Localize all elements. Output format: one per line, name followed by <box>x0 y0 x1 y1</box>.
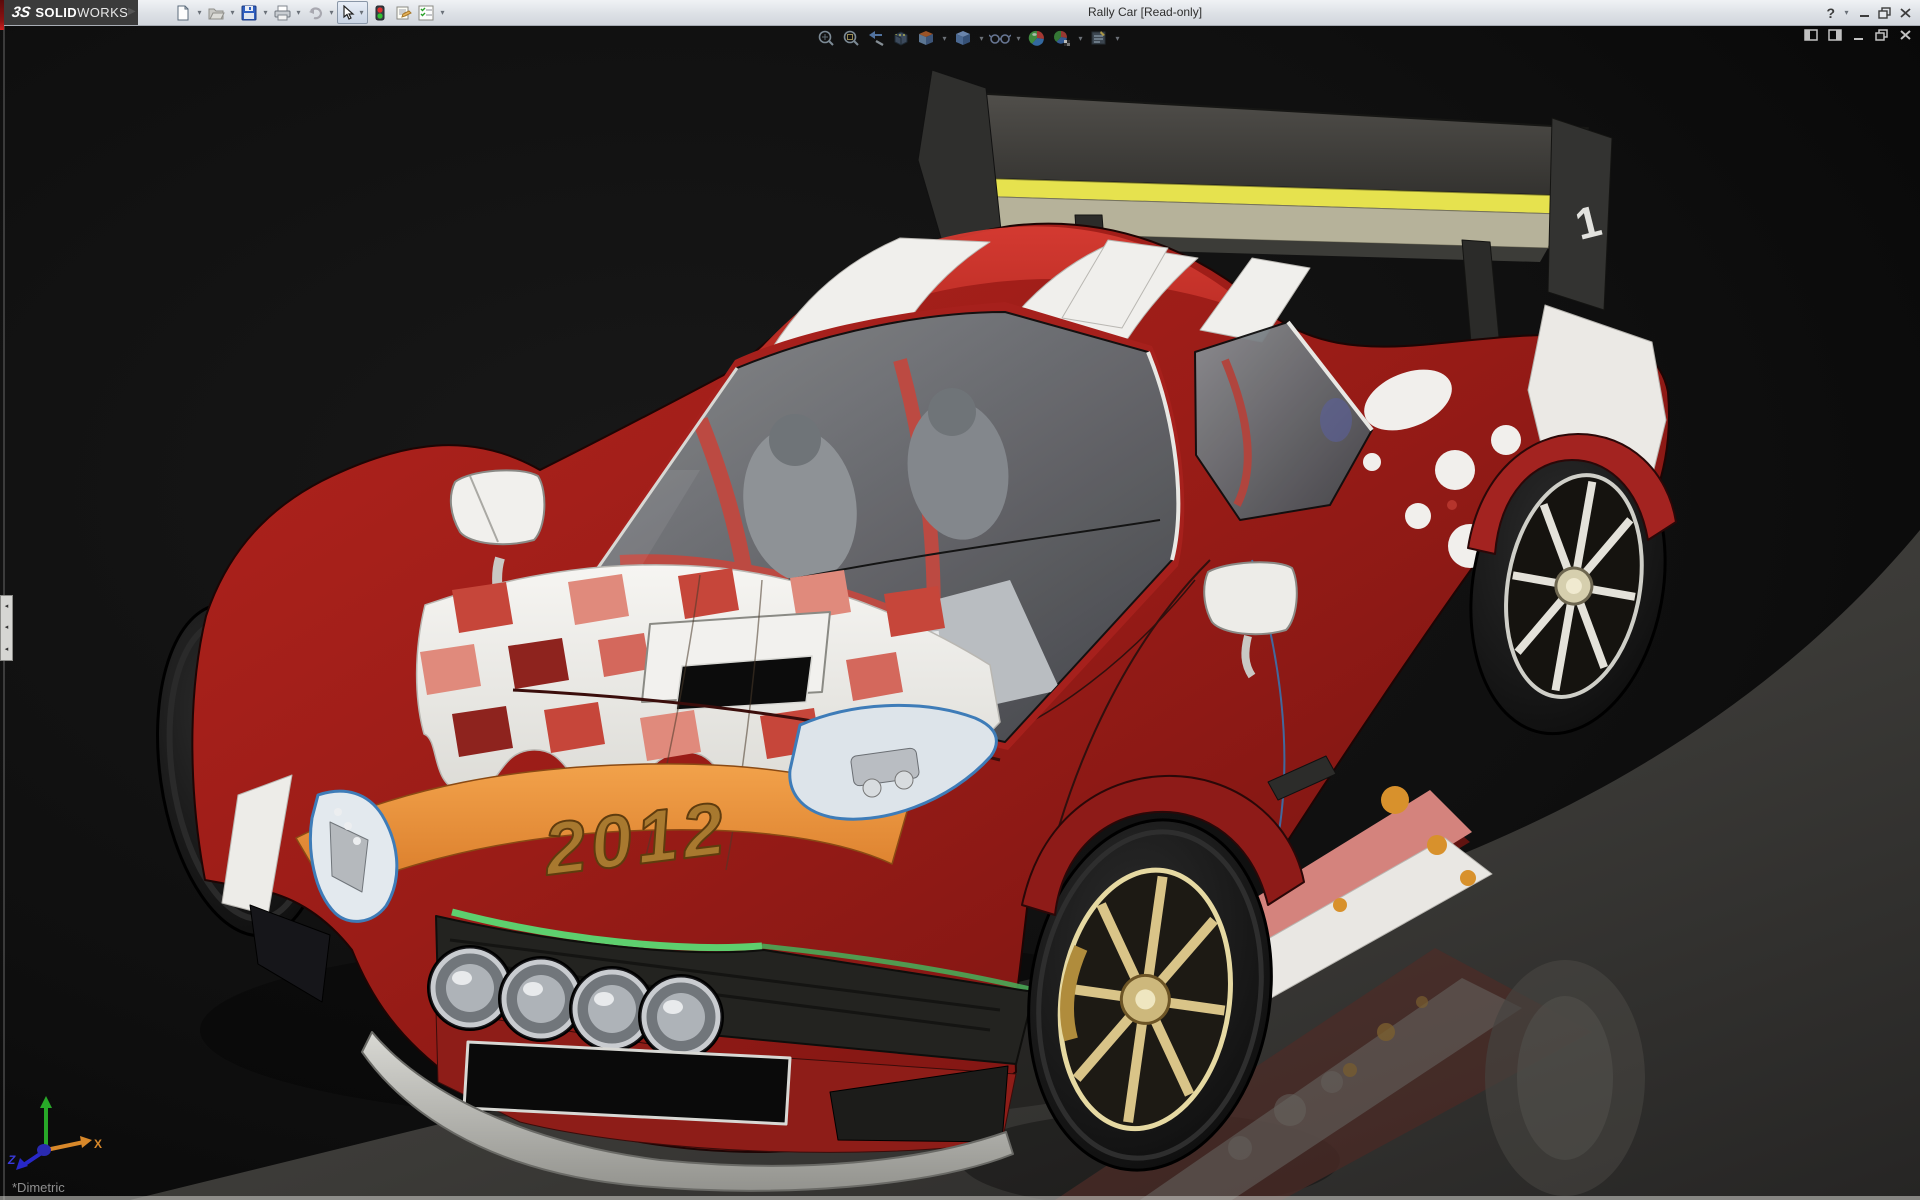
collapsed-panel-tab[interactable]: ◂ ◂ ◂ <box>0 595 13 661</box>
x-axis-label: X <box>94 1137 102 1151</box>
edit-appearance-icon <box>1028 30 1044 46</box>
section-view-button[interactable] <box>890 28 912 48</box>
render-scene: 1 2012 <box>0 25 1920 1200</box>
display-style-button[interactable] <box>952 28 974 48</box>
save-button[interactable] <box>238 2 260 24</box>
open-button[interactable] <box>205 2 227 24</box>
help-button[interactable]: ? <box>1826 5 1835 21</box>
bottom-edge-strip <box>0 1196 1920 1200</box>
restore-button[interactable] <box>1878 6 1892 19</box>
display-style-dropdown[interactable]: ▾ <box>977 34 986 43</box>
3ds-mark: 3S <box>10 4 32 21</box>
save-dropdown[interactable]: ▾ <box>261 8 270 17</box>
apply-scene-button[interactable] <box>1051 28 1073 48</box>
undo-dropdown[interactable]: ▾ <box>327 8 336 17</box>
headsup-view-toolbar: ▾ ▾ ▾ ▾ ▾ <box>815 27 1122 49</box>
window-edge-accent <box>0 0 4 30</box>
select-cursor-icon <box>342 5 355 20</box>
hide-show-items-button[interactable] <box>989 28 1011 48</box>
close-document-button[interactable] <box>1899 29 1912 41</box>
options-button[interactable] <box>415 2 437 24</box>
edit-appearance-button[interactable] <box>1026 28 1048 48</box>
help-dropdown[interactable]: ▾ <box>1842 8 1851 17</box>
graphics-area[interactable]: 1 2012 ▾ ▾ ▾ ▾ ▾ ◂ ◂ ◂ X Z *Dimetric <box>0 25 1920 1200</box>
print-dropdown[interactable]: ▾ <box>294 8 303 17</box>
document-title: Rally Car [Read-only] <box>1088 5 1203 19</box>
restore-document-button[interactable] <box>1875 29 1889 41</box>
collapse-arrow-icon: ◂ <box>4 603 9 611</box>
new-dropdown[interactable]: ▾ <box>195 8 204 17</box>
document-window-controls <box>1804 29 1912 41</box>
undo-icon <box>308 6 322 19</box>
hide-show-items-dropdown[interactable]: ▾ <box>1014 34 1023 43</box>
options-dropdown[interactable]: ▾ <box>438 8 447 17</box>
hood-scoop <box>641 611 831 711</box>
solidworks-logo: 3S SOLID WORKS <box>4 0 139 25</box>
select-button[interactable] <box>339 2 357 24</box>
section-view-icon <box>894 31 908 46</box>
file-properties-button[interactable] <box>392 2 414 24</box>
view-orientation-icon <box>919 31 933 45</box>
license-plate <box>462 1040 792 1126</box>
zoom-to-fit-button[interactable] <box>815 28 837 48</box>
save-icon <box>241 5 257 20</box>
hide-show-items-icon <box>989 34 1011 44</box>
undo-button[interactable] <box>304 2 326 24</box>
show-left-pane-button[interactable] <box>1804 29 1818 41</box>
rebuild-traffic-light-icon <box>375 5 385 20</box>
zoom-to-area-button[interactable] <box>840 28 862 48</box>
print-icon <box>274 5 290 20</box>
apply-scene-dropdown[interactable]: ▾ <box>1076 34 1085 43</box>
minimize-button[interactable] <box>1858 7 1871 19</box>
new-document-icon <box>177 5 189 20</box>
title-bar: 3S SOLID WORKS ▶ ▾ ▾ ▾ ▾ ▾ ▾ ▾ Rally Car… <box>0 0 1920 26</box>
options-icon <box>418 5 433 20</box>
zoom-to-area-icon <box>843 30 859 46</box>
zoom-to-fit-icon <box>818 30 834 46</box>
collapse-arrow-icon: ◂ <box>4 624 9 632</box>
view-settings-button[interactable] <box>1088 28 1110 48</box>
view-orientation-button[interactable] <box>915 28 937 48</box>
display-style-icon <box>956 31 970 45</box>
view-orientation-label: *Dimetric <box>12 1180 65 1195</box>
standard-toolbar: ▾ ▾ ▾ ▾ ▾ ▾ ▾ <box>172 0 447 25</box>
select-dropdown[interactable]: ▾ <box>357 8 366 17</box>
previous-view-button[interactable] <box>865 28 887 48</box>
new-document-button[interactable] <box>172 2 194 24</box>
collapse-arrow-icon: ◂ <box>4 645 9 653</box>
window-controls: ? ▾ <box>1826 0 1916 25</box>
file-properties-icon <box>396 6 412 19</box>
select-tool-group: ▾ <box>337 1 368 24</box>
x-axis <box>45 1140 85 1152</box>
view-settings-icon <box>1091 31 1106 45</box>
open-icon <box>208 8 225 19</box>
orientation-triad: X Z <box>7 1096 102 1170</box>
show-right-pane-button[interactable] <box>1828 29 1842 41</box>
minimize-document-button[interactable] <box>1852 29 1865 41</box>
rebuild-button[interactable] <box>369 2 391 24</box>
open-dropdown[interactable]: ▾ <box>228 8 237 17</box>
menu-expand-arrow-icon[interactable]: ▶ <box>128 6 136 17</box>
close-button[interactable] <box>1899 7 1912 19</box>
view-orientation-dropdown[interactable]: ▾ <box>940 34 949 43</box>
apply-scene-icon <box>1053 30 1070 46</box>
view-settings-dropdown[interactable]: ▾ <box>1113 34 1122 43</box>
print-button[interactable] <box>271 2 293 24</box>
z-axis-label: Z <box>7 1153 16 1167</box>
previous-view-icon <box>869 31 884 47</box>
